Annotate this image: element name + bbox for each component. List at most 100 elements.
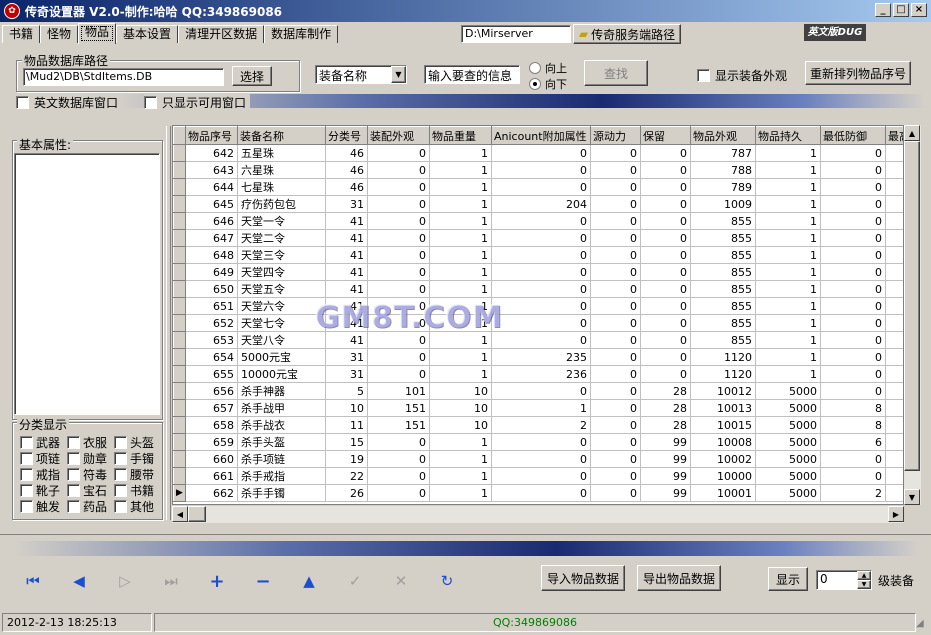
show-equip-look[interactable]: 显示装备外观 [697,67,787,84]
table-cell[interactable]: 10 [429,382,492,400]
table-cell[interactable]: 0 [820,229,886,247]
level-spinner[interactable]: 0 ▲ ▼ [816,570,872,590]
table-cell[interactable]: 10002 [690,450,756,468]
table-cell[interactable]: 10000 [690,467,756,485]
server-path-input[interactable]: D:\Mirserver [461,25,571,43]
table-cell[interactable]: 46 [325,178,368,196]
delete-record-icon[interactable]: − [252,570,274,592]
table-cell[interactable]: 1 [755,263,821,281]
category-filter[interactable]: 武器 [20,434,67,451]
table-cell[interactable]: 1 [429,178,492,196]
row-indicator[interactable] [173,399,186,417]
table-cell[interactable]: 855 [690,246,756,264]
table-cell[interactable]: 0 [590,314,641,332]
table-cell[interactable]: 855 [690,314,756,332]
table-cell[interactable]: 天堂七令 [237,314,326,332]
table-cell[interactable]: 0 [367,365,430,383]
table-cell[interactable]: 0 [491,178,591,196]
table-cell[interactable]: 660 [185,450,238,468]
table-cell[interactable]: 41 [325,331,368,349]
category-filter[interactable]: 药品 [67,498,114,515]
table-cell[interactable]: 0 [590,484,641,502]
row-indicator[interactable] [173,229,186,247]
table-cell[interactable]: 0 [367,144,430,162]
table-cell[interactable]: 5000 [755,399,821,417]
table-cell[interactable]: 657 [185,399,238,417]
category-filter[interactable]: 衣服 [67,434,114,451]
table-cell[interactable]: 8 [820,416,886,434]
category-checkbox[interactable] [67,483,80,497]
table-cell[interactable] [885,212,903,230]
table-row[interactable]: 642 五星珠 46 0 1 0 0 0 787 1 0 [173,144,903,162]
insert-record-icon[interactable]: + [206,570,228,592]
table-cell[interactable]: 1120 [690,348,756,366]
table-cell[interactable]: 天堂六令 [237,297,326,315]
spin-down-icon[interactable]: ▼ [857,580,871,589]
table-cell[interactable]: 0 [820,195,886,213]
table-cell[interactable]: 0 [590,365,641,383]
table-cell[interactable]: 0 [820,331,886,349]
category-checkbox[interactable] [67,435,80,449]
size-grip-icon[interactable]: ◢ [916,618,924,629]
table-cell[interactable]: 15 [325,433,368,451]
table-cell[interactable]: 41 [325,297,368,315]
table-cell[interactable]: 1 [429,467,492,485]
table-cell[interactable]: 655 [185,365,238,383]
table-row[interactable]: 658 杀手战衣 11 151 10 2 0 28 10015 5000 8 [173,416,903,434]
table-cell[interactable]: 41 [325,246,368,264]
table-cell[interactable]: 1 [429,450,492,468]
table-cell[interactable]: 151 [367,399,430,417]
table-cell[interactable]: 杀手战衣 [237,416,326,434]
direction-up[interactable]: 向上 [529,60,567,76]
table-row[interactable]: 654 5000元宝 31 0 1 235 0 0 1120 1 0 [173,348,903,366]
english-db-window-checkbox[interactable] [16,96,29,109]
table-cell[interactable]: 5000元宝 [237,348,326,366]
tab-monsters[interactable]: 怪物 [40,25,79,43]
table-cell[interactable]: 1 [429,314,492,332]
table-cell[interactable]: 0 [367,212,430,230]
table-cell[interactable]: 41 [325,229,368,247]
tab-db-make[interactable]: 数据库制作 [264,25,339,43]
table-cell[interactable] [885,382,903,400]
table-cell[interactable]: 855 [690,229,756,247]
table-cell[interactable]: 1 [755,280,821,298]
table-cell[interactable] [885,263,903,281]
table-cell[interactable]: 0 [640,178,691,196]
column-header[interactable]: 物品持久 [755,126,821,145]
table-cell[interactable]: 28 [640,382,691,400]
table-cell[interactable]: 天堂三令 [237,246,326,264]
column-header[interactable]: 源动力 [590,126,641,145]
table-cell[interactable]: 1 [755,229,821,247]
only-available-window[interactable]: 只显示可用窗口 [144,94,251,111]
table-row[interactable]: 645 疗伤药包包 31 0 1 204 0 0 1009 1 0 [173,195,903,213]
find-button[interactable]: 查找 [584,60,648,86]
category-checkbox[interactable] [67,451,80,465]
tab-clean-data[interactable]: 清理开区数据 [178,25,265,43]
table-cell[interactable]: 0 [590,382,641,400]
category-checkbox[interactable] [114,499,127,513]
table-row[interactable]: 652 天堂七令 41 0 1 0 0 0 855 1 0 [173,314,903,332]
column-header[interactable]: 物品序号 [185,126,238,145]
choose-db-button[interactable]: 选择 [232,66,272,86]
export-items-button[interactable]: 导出物品数据 [637,565,721,591]
table-cell[interactable]: 41 [325,314,368,332]
table-cell[interactable]: 5000 [755,382,821,400]
table-cell[interactable]: 10008 [690,433,756,451]
table-cell[interactable]: 26 [325,484,368,502]
table-cell[interactable]: 0 [367,263,430,281]
table-cell[interactable]: 0 [820,314,886,332]
only-available-window-checkbox[interactable] [144,96,157,109]
row-indicator[interactable] [173,416,186,434]
post-record-icon[interactable]: ✓ [344,570,366,592]
table-cell[interactable]: 5000 [755,450,821,468]
table-cell[interactable]: 644 [185,178,238,196]
table-cell[interactable]: 杀手戒指 [237,467,326,485]
table-cell[interactable]: 0 [491,484,591,502]
table-cell[interactable] [885,246,903,264]
spin-up-icon[interactable]: ▲ [857,571,871,580]
table-cell[interactable]: 236 [491,365,591,383]
table-row[interactable]: 657 杀手战甲 10 151 10 1 0 28 10013 5000 8 [173,399,903,417]
scroll-up-button[interactable]: ▲ [904,125,920,141]
category-checkbox[interactable] [20,483,33,497]
category-checkbox[interactable] [20,467,33,481]
